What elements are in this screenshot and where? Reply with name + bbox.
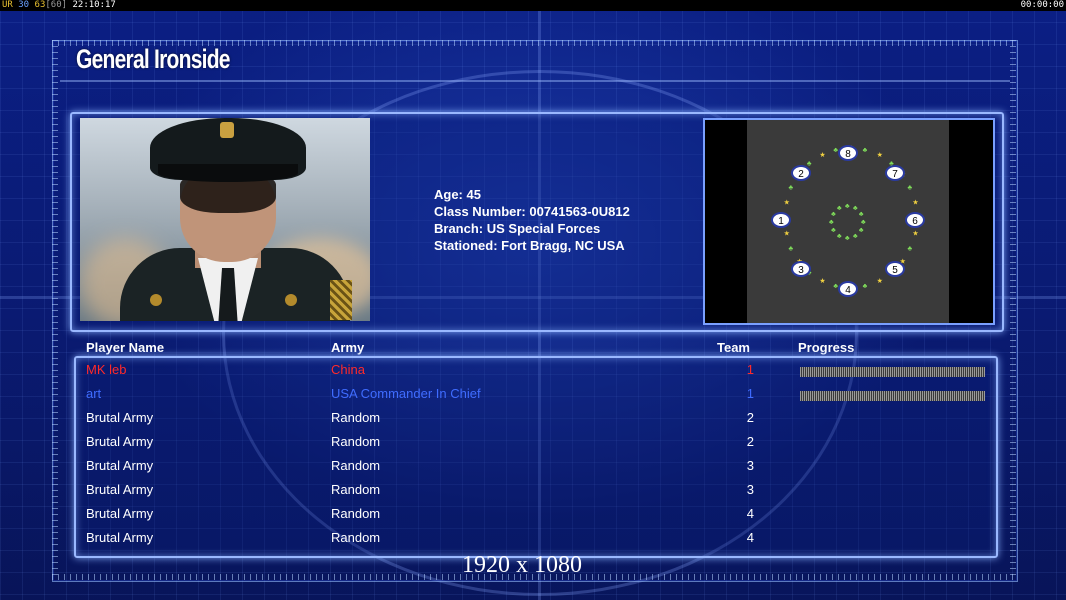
topbar-timer: 00:00:00 bbox=[1020, 0, 1064, 10]
player-army: Random bbox=[331, 482, 381, 497]
general-branch: Branch: US Special Forces bbox=[434, 221, 601, 236]
general-details: Age: 45 Class Number: 00741563-0U812 Bra… bbox=[434, 186, 630, 254]
tree-marker-icon: ♣ bbox=[829, 219, 834, 226]
start-position-label: 3 bbox=[798, 265, 804, 276]
player-row: Brutal Army Random 3 bbox=[0, 458, 1066, 482]
player-army: USA Commander In Chief bbox=[331, 386, 481, 401]
player-row: Brutal Army Random 3 bbox=[0, 482, 1066, 506]
map-preview: ♣★♣★♣★♣★♣★♣★♣★♣★♣★♣★♣★♣★♣★♣★♣♣♣♣♣♣♣♣♣♣♣♣… bbox=[703, 118, 995, 325]
player-row: Brutal Army Random 2 bbox=[0, 410, 1066, 434]
topbar-segment: 30 bbox=[12, 0, 35, 10]
tree-marker-icon: ♣ bbox=[907, 185, 912, 192]
player-row: Brutal Army Random 4 bbox=[0, 530, 1066, 554]
topbar-segment: [60] bbox=[45, 0, 68, 10]
star-marker-icon: ★ bbox=[912, 198, 918, 206]
tree-marker-icon: ♣ bbox=[863, 283, 868, 290]
player-team: 3 bbox=[746, 458, 754, 473]
general-age: Age: 45 bbox=[434, 187, 481, 202]
star-marker-icon: ★ bbox=[784, 230, 790, 238]
tree-marker-icon: ♣ bbox=[789, 185, 794, 192]
debug-topbar: UR 30 63[60] 22:10:17 00:00:00 bbox=[0, 0, 1066, 11]
tree-marker-icon: ♣ bbox=[863, 147, 868, 154]
header-team: Team bbox=[717, 340, 750, 355]
player-row: Brutal Army Random 2 bbox=[0, 434, 1066, 458]
player-name: art bbox=[86, 386, 102, 401]
loading-progress-bar bbox=[800, 367, 985, 377]
player-name: Brutal Army bbox=[86, 482, 154, 497]
player-army: Random bbox=[331, 506, 381, 521]
player-army: Random bbox=[331, 410, 381, 425]
header-player-name: Player Name bbox=[86, 340, 165, 355]
start-position-label: 6 bbox=[912, 216, 918, 227]
tree-marker-icon: ♣ bbox=[907, 245, 912, 252]
cap-badge-icon bbox=[220, 122, 234, 138]
tree-marker-icon: ♣ bbox=[853, 205, 858, 212]
start-position-label: 8 bbox=[845, 149, 851, 160]
player-team: 4 bbox=[746, 530, 754, 545]
player-team: 2 bbox=[746, 434, 754, 449]
player-team: 1 bbox=[746, 386, 754, 401]
tree-marker-icon: ♣ bbox=[845, 203, 850, 210]
resolution-label: 1920 x 1080 bbox=[462, 552, 582, 578]
tree-marker-icon: ♣ bbox=[831, 227, 836, 234]
star-marker-icon: ★ bbox=[877, 277, 883, 285]
player-army: China bbox=[331, 362, 365, 377]
tree-marker-icon: ♣ bbox=[861, 219, 866, 226]
title-divider bbox=[60, 80, 1010, 82]
loading-progress-bar bbox=[800, 391, 985, 401]
player-army: Random bbox=[331, 458, 381, 473]
player-team: 4 bbox=[746, 506, 754, 521]
tree-marker-icon: ♣ bbox=[807, 160, 812, 167]
tree-marker-icon: ♣ bbox=[831, 211, 836, 218]
tree-marker-icon: ♣ bbox=[837, 233, 842, 240]
tree-marker-icon: ♣ bbox=[833, 147, 838, 154]
topbar-segment: 22:10:17 bbox=[67, 0, 116, 10]
general-class-number: Class Number: 00741563-0U812 bbox=[434, 204, 630, 219]
topbar-stats: UR 30 63[60] 22:10:17 bbox=[2, 0, 116, 11]
start-position-label: 2 bbox=[798, 169, 804, 180]
tree-marker-icon: ♣ bbox=[833, 283, 838, 290]
star-marker-icon: ★ bbox=[784, 198, 790, 206]
player-row: Brutal Army Random 4 bbox=[0, 506, 1066, 530]
player-army: Random bbox=[331, 530, 381, 545]
tree-marker-icon: ♣ bbox=[789, 245, 794, 252]
general-title: General Ironside bbox=[76, 44, 231, 74]
general-stationed: Stationed: Fort Bragg, NC USA bbox=[434, 238, 625, 253]
tree-marker-icon: ♣ bbox=[845, 235, 850, 242]
player-army: Random bbox=[331, 434, 381, 449]
player-name: Brutal Army bbox=[86, 434, 154, 449]
start-position-label: 7 bbox=[892, 169, 898, 180]
player-name: Brutal Army bbox=[86, 458, 154, 473]
star-marker-icon: ★ bbox=[819, 277, 825, 285]
player-name: Brutal Army bbox=[86, 530, 154, 545]
star-marker-icon: ★ bbox=[877, 151, 883, 159]
header-progress: Progress bbox=[798, 340, 855, 355]
player-name: Brutal Army bbox=[86, 506, 154, 521]
player-team: 2 bbox=[746, 410, 754, 425]
start-position-label: 1 bbox=[778, 216, 784, 227]
topbar-segment: UR bbox=[2, 0, 13, 10]
tree-marker-icon: ♣ bbox=[837, 205, 842, 212]
header-army: Army bbox=[331, 340, 365, 355]
player-row: MK leb China 1 bbox=[0, 362, 1066, 386]
player-row: art USA Commander In Chief 1 bbox=[0, 386, 1066, 410]
topbar-segment: 63 bbox=[34, 0, 46, 10]
start-position-label: 4 bbox=[845, 285, 851, 296]
star-marker-icon: ★ bbox=[912, 230, 918, 238]
tree-marker-icon: ♣ bbox=[859, 227, 864, 234]
general-portrait bbox=[80, 118, 370, 321]
star-marker-icon: ★ bbox=[819, 151, 825, 159]
player-team: 3 bbox=[746, 482, 754, 497]
player-name: MK leb bbox=[86, 362, 127, 377]
tree-marker-icon: ♣ bbox=[859, 211, 864, 218]
tree-marker-icon: ♣ bbox=[853, 233, 858, 240]
player-team: 1 bbox=[746, 362, 754, 377]
start-position-label: 5 bbox=[892, 265, 898, 276]
player-name: Brutal Army bbox=[86, 410, 154, 425]
